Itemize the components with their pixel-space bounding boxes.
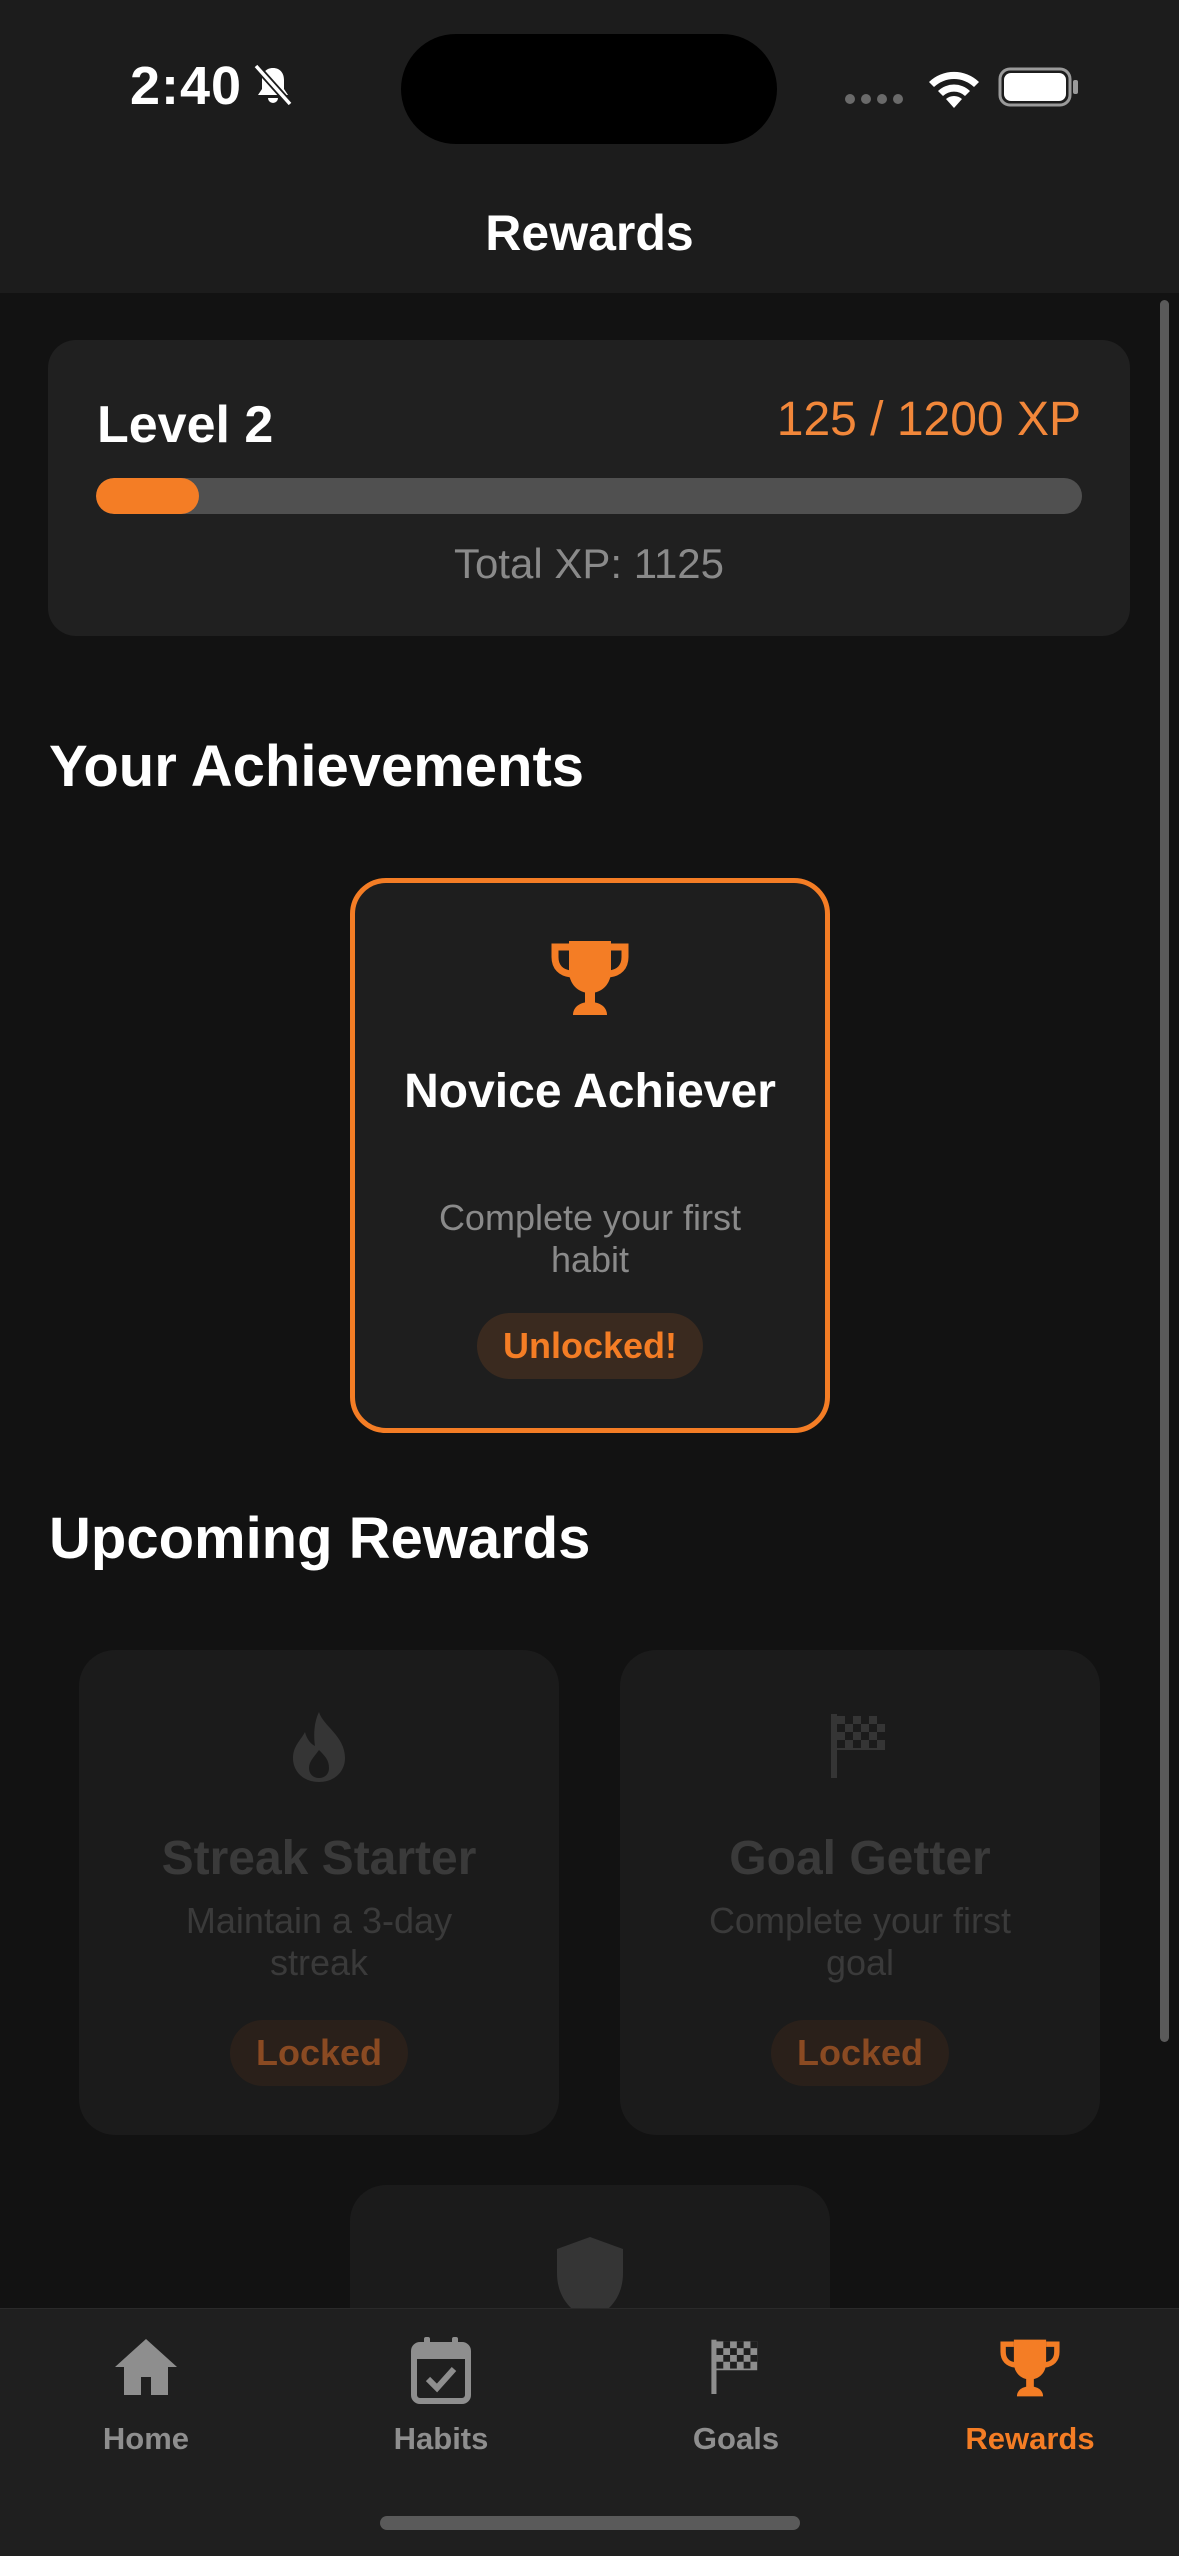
achievement-card-novice-achiever[interactable]: Novice Achiever Complete your first habi… <box>350 878 830 1433</box>
tab-rewards[interactable]: Rewards <box>900 2309 1160 2459</box>
status-badge-unlocked: Unlocked! <box>476 1313 704 1379</box>
reward-name: Streak Starter <box>161 1832 477 1885</box>
tab-label: Home <box>102 2421 190 2456</box>
reward-description: Complete your first goal <box>708 1900 1012 1983</box>
status-badge-locked: Locked <box>770 2020 950 2086</box>
battery-icon <box>998 67 1078 107</box>
trophy-icon <box>551 941 629 1015</box>
trophy-icon <box>1000 2339 1060 2397</box>
tab-label: Rewards <box>965 2421 1095 2456</box>
flame-icon <box>293 1712 345 1782</box>
xp-progress-bar <box>96 478 1082 514</box>
home-indicator[interactable] <box>380 2516 800 2530</box>
xp-progress-text: 125 / 1200 XP <box>776 393 1081 446</box>
scrollbar[interactable] <box>1160 300 1169 2042</box>
achievement-name: Novice Achiever <box>404 1065 776 1118</box>
reward-name: Goal Getter <box>729 1832 991 1885</box>
level-card: Level 2 125 / 1200 XP Total XP: 1125 <box>48 340 1130 636</box>
achievements-section-title: Your Achievements <box>49 734 585 799</box>
rewards-screen: 2:40 Rewards Level 2 125 / 1200 XP Total… <box>0 0 1179 2556</box>
reward-card-streak-starter[interactable]: Streak Starter Maintain a 3-day streak L… <box>79 1650 559 2135</box>
top-bar: 2:40 Rewards <box>0 0 1179 293</box>
cellular-signal-icon <box>845 94 903 104</box>
calendar-check-icon <box>411 2337 471 2404</box>
reward-description: Maintain a 3-day streak <box>185 1900 453 1983</box>
page-title: Rewards <box>485 205 694 261</box>
level-title: Level 2 <box>97 396 274 454</box>
xp-progress-fill <box>96 478 199 514</box>
tab-label: Habits <box>393 2421 489 2456</box>
achievement-description: Complete your first habit <box>438 1197 742 1280</box>
checkered-flag-icon <box>831 1714 885 1778</box>
tab-label: Goals <box>692 2421 780 2456</box>
total-xp-text: Total XP: 1125 <box>453 540 725 587</box>
upcoming-section-title: Upcoming Rewards <box>49 1506 591 1571</box>
tab-home[interactable]: Home <box>16 2309 276 2459</box>
reward-card-goal-getter[interactable]: Goal Getter Complete your first goal Loc… <box>620 1650 1100 2135</box>
home-icon <box>115 2339 177 2395</box>
wifi-icon <box>929 71 979 108</box>
tab-goals[interactable]: Goals <box>606 2309 866 2459</box>
status-badge-locked: Locked <box>229 2020 409 2086</box>
dynamic-island <box>401 34 777 144</box>
bell-muted-icon <box>253 63 293 107</box>
status-time: 2:40 <box>130 56 243 116</box>
tab-habits[interactable]: Habits <box>311 2309 571 2459</box>
checkered-flag-icon <box>711 2339 758 2394</box>
